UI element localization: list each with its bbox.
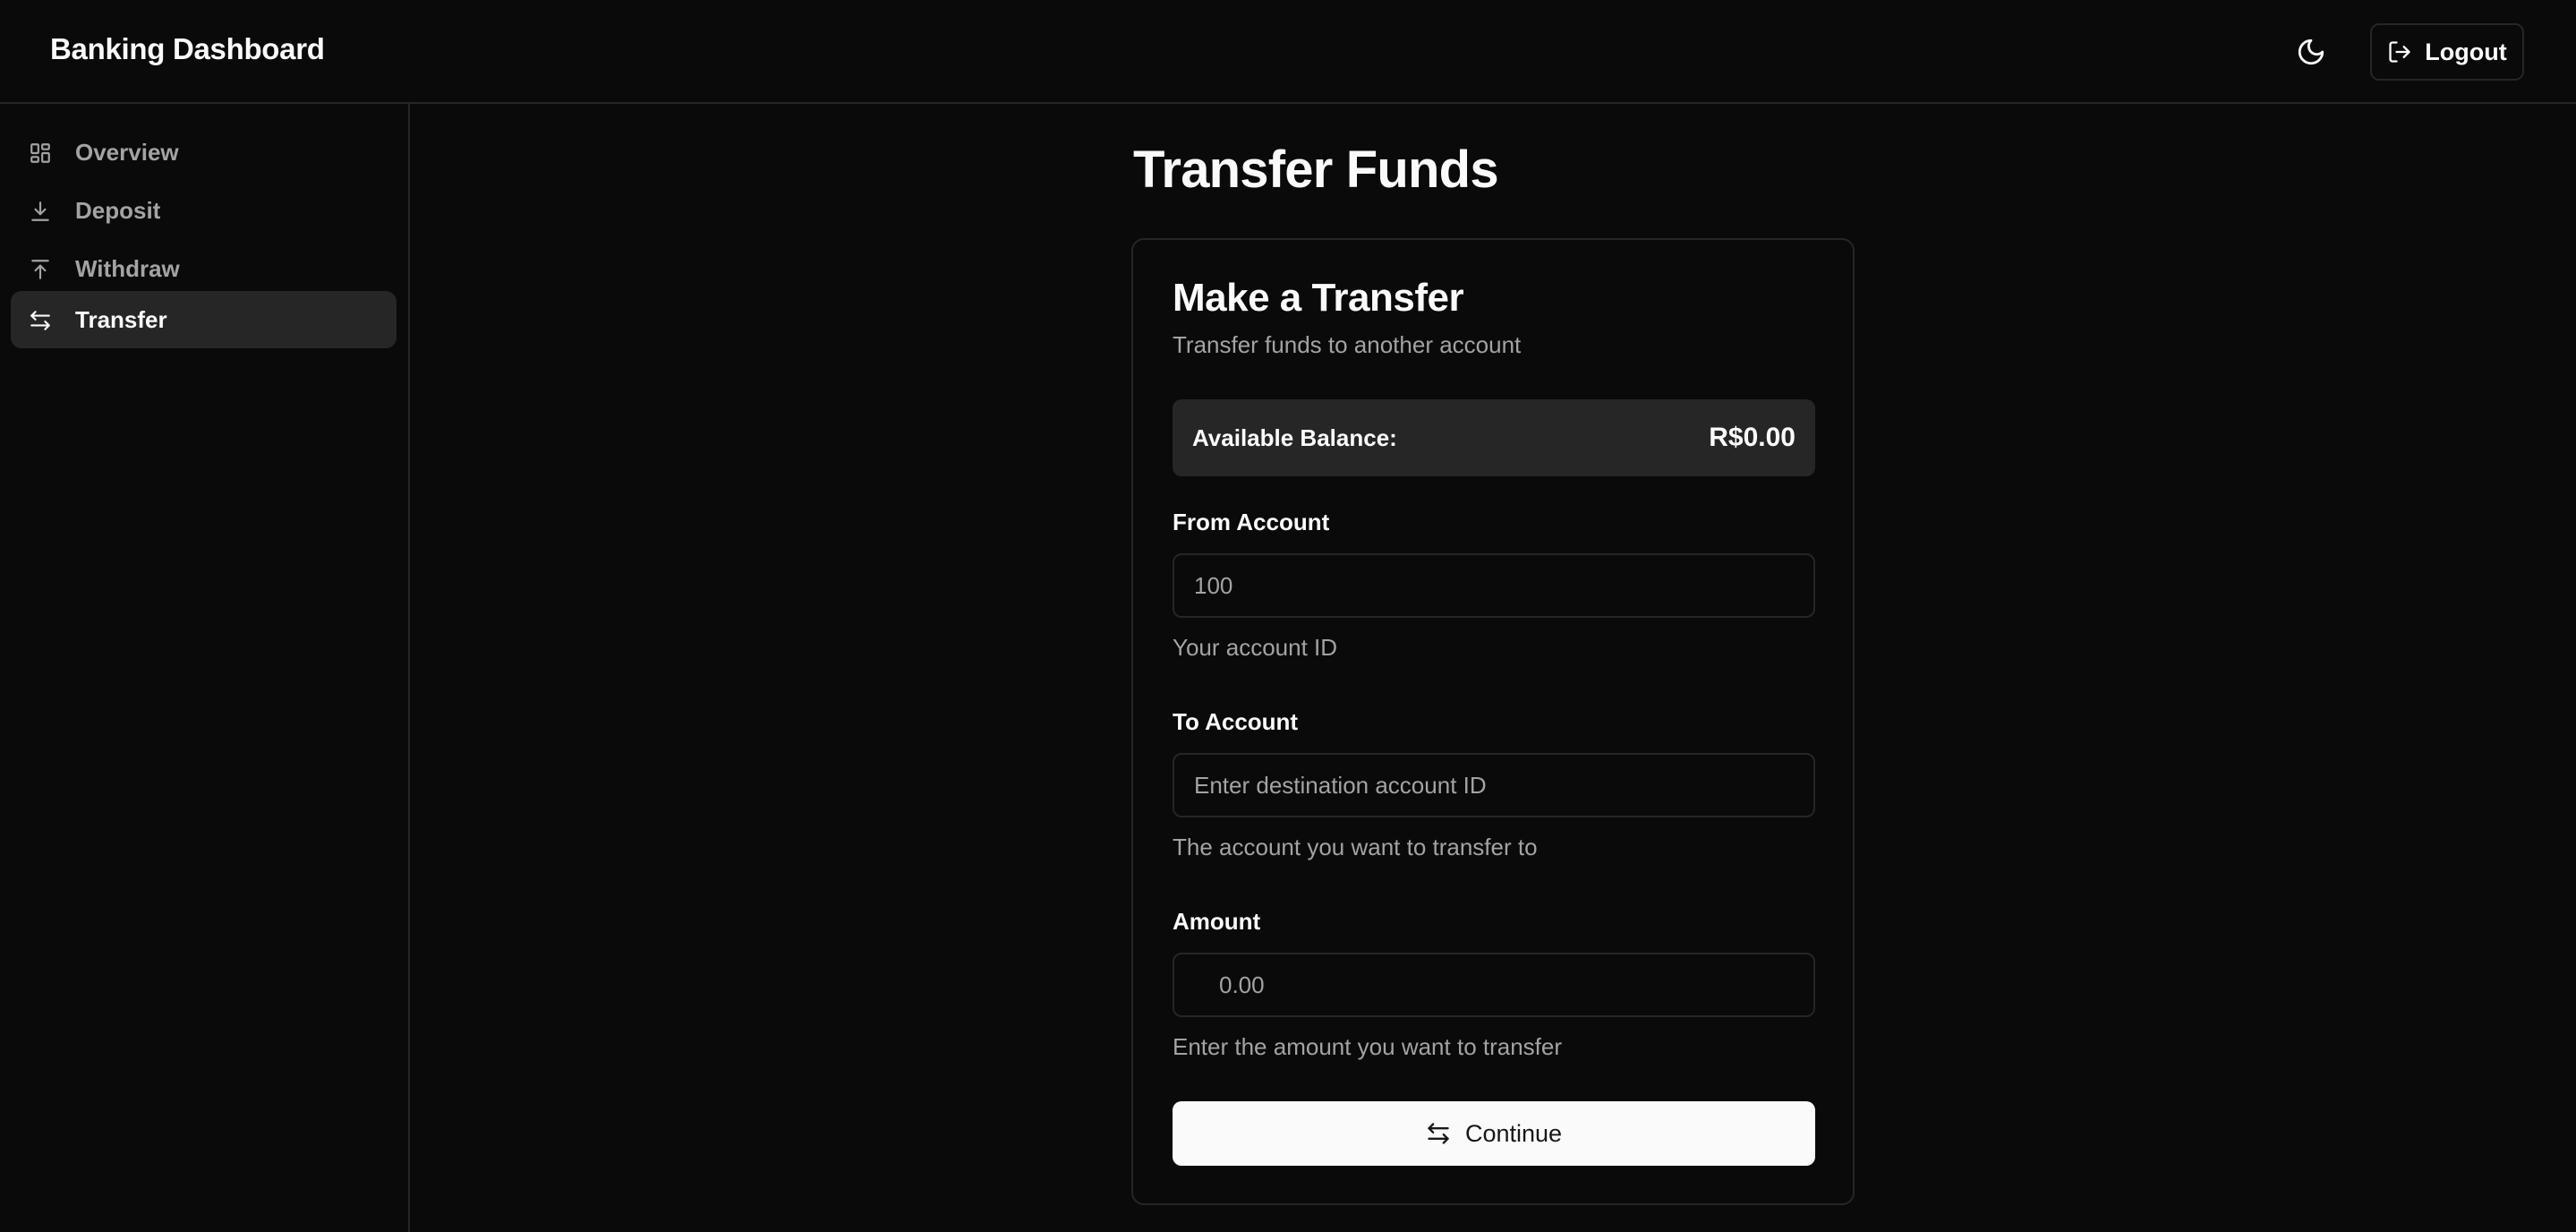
grid-icon: [29, 141, 52, 165]
moon-icon: [2298, 38, 2324, 65]
from-account-help: Your account ID: [1173, 634, 1338, 661]
sidebar-item-label: Withdraw: [75, 254, 180, 282]
card-title: Make a Transfer: [1173, 276, 1464, 320]
logout-label: Logout: [2425, 38, 2507, 65]
continue-button[interactable]: Continue: [1173, 1101, 1815, 1166]
logout-button[interactable]: Logout: [2370, 23, 2524, 81]
amount-input[interactable]: [1173, 953, 1815, 1017]
sidebar-item-overview[interactable]: Overview: [11, 124, 397, 181]
logout-icon: [2389, 41, 2410, 63]
transfer-arrows-icon: [1428, 1123, 1449, 1144]
available-balance-box: Available Balance: R$0.00: [1173, 399, 1815, 476]
balance-value: R$0.00: [1709, 423, 1796, 452]
sidebar: Overview Deposit Withdraw Transfer: [0, 104, 410, 1232]
from-account-input[interactable]: [1173, 553, 1815, 618]
download-icon: [29, 200, 52, 223]
top-header: Banking Dashboard Logout: [0, 0, 2576, 104]
upload-icon: [29, 258, 52, 281]
to-account-input[interactable]: [1173, 753, 1815, 817]
theme-toggle-button[interactable]: [2290, 30, 2333, 73]
sidebar-item-label: Overview: [75, 138, 179, 166]
sidebar-item-withdraw[interactable]: Withdraw: [11, 240, 397, 297]
to-account-help: The account you want to transfer to: [1173, 834, 1538, 860]
from-account-label: From Account: [1173, 509, 1330, 535]
amount-label: Amount: [1173, 908, 1261, 935]
balance-label: Available Balance:: [1192, 424, 1397, 451]
sidebar-item-deposit[interactable]: Deposit: [11, 182, 397, 239]
app: Banking Dashboard Logout Overview Deposi…: [0, 0, 2576, 1232]
transfer-arrows-icon: [29, 309, 52, 332]
sidebar-item-label: Transfer: [75, 305, 167, 333]
page-title: Transfer Funds: [1133, 141, 1499, 199]
sidebar-item-transfer[interactable]: Transfer: [11, 291, 397, 348]
transfer-card: Make a Transfer Transfer funds to anothe…: [1131, 238, 1855, 1205]
to-account-label: To Account: [1173, 708, 1299, 735]
sidebar-item-label: Deposit: [75, 196, 161, 224]
app-title: Banking Dashboard: [50, 32, 325, 65]
continue-label: Continue: [1464, 1119, 1563, 1147]
amount-help: Enter the amount you want to transfer: [1173, 1033, 1563, 1060]
card-subtitle: Transfer funds to another account: [1173, 331, 1522, 358]
